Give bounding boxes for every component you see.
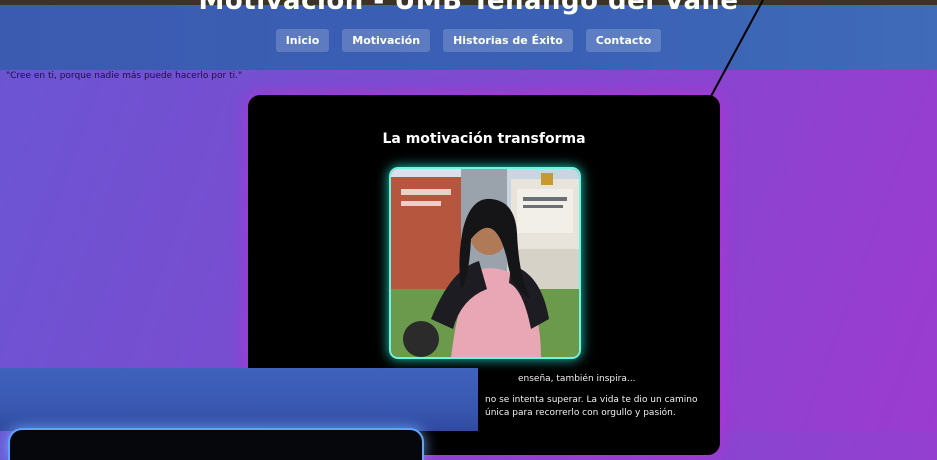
annotation-line [708,0,764,101]
overlapping-window-card [8,428,424,460]
